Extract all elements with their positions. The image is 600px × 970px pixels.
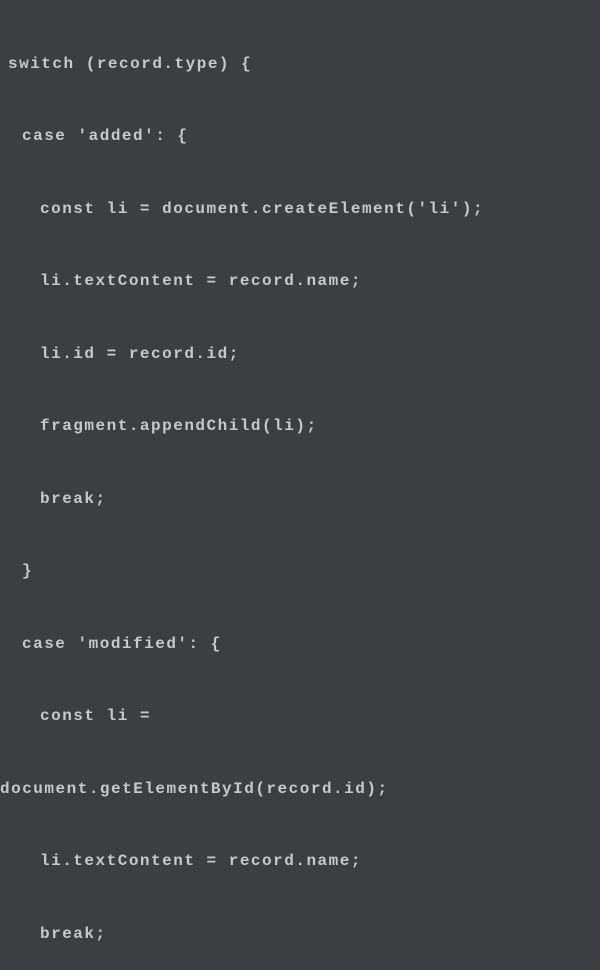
code-line: } — [0, 553, 600, 589]
code-line: break; — [0, 916, 600, 952]
code-line: case 'modified': { — [0, 626, 600, 662]
code-block: switch (record.type) { case 'added': { c… — [0, 10, 600, 970]
code-line: li.textContent = record.name; — [0, 843, 600, 879]
code-line: li.textContent = record.name; — [0, 263, 600, 299]
code-line: li.id = record.id; — [0, 336, 600, 372]
code-line: document.getElementById(record.id); — [0, 771, 600, 807]
code-line: const li = document.createElement('li'); — [0, 191, 600, 227]
code-line: fragment.appendChild(li); — [0, 408, 600, 444]
code-line: switch (record.type) { — [0, 46, 600, 82]
code-line: const li = — [0, 698, 600, 734]
code-line: break; — [0, 481, 600, 517]
code-line: case 'added': { — [0, 118, 600, 154]
